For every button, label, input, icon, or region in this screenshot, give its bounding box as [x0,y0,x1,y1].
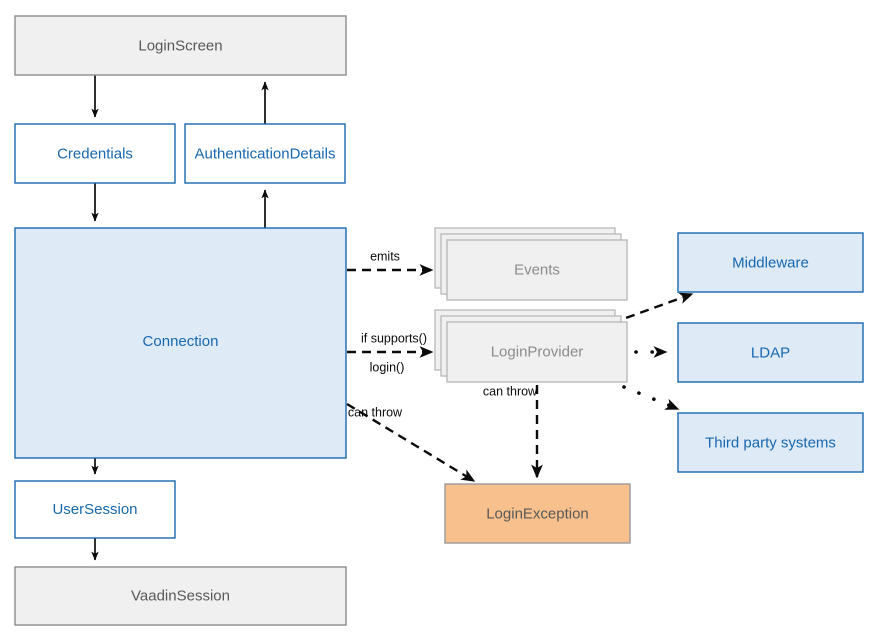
middleware-label: Middleware [732,254,809,271]
node-login-provider[interactable]: LoginProvider [434,309,628,383]
vaadin-session-label: VaadinSession [131,587,230,604]
login-screen-label: LoginScreen [138,37,222,54]
edge-login-provider-to-third-party-systems [622,385,680,411]
third-party-systems-label: Third party systems [705,434,836,451]
authentication-details-label: AuthenticationDetails [195,145,336,162]
node-user-session[interactable]: UserSession [14,480,176,539]
edge-label-emits: emits [370,249,400,263]
node-third-party-systems[interactable]: Third party systems [677,412,864,473]
node-authentication-details[interactable]: AuthenticationDetails [184,123,346,184]
diagram-canvas: emits if supports() login() can throw ca… [0,0,878,641]
edge-label-if-supports: if supports() [361,331,427,345]
login-exception-label: LoginException [486,505,589,522]
architecture-diagram: emits if supports() login() can throw ca… [14,15,864,626]
node-credentials[interactable]: Credentials [14,123,176,184]
user-session-label: UserSession [52,501,137,518]
login-provider-label: LoginProvider [491,343,584,360]
edge-label-login: login() [370,360,405,374]
ldap-label: LDAP [751,344,790,361]
credentials-label: Credentials [57,145,133,162]
node-middleware[interactable]: Middleware [677,232,864,293]
edge-label-can-throw-connection: can throw [348,405,403,419]
node-connection[interactable]: Connection [14,227,347,459]
events-label: Events [514,261,560,278]
node-ldap[interactable]: LDAP [677,322,864,383]
node-login-screen[interactable]: LoginScreen [14,15,347,76]
connection-label: Connection [143,333,219,350]
edge-label-can-throw-provider: can throw [483,384,538,398]
node-vaadin-session[interactable]: VaadinSession [14,566,347,626]
node-events[interactable]: Events [434,227,628,301]
node-login-exception[interactable]: LoginException [444,483,631,544]
